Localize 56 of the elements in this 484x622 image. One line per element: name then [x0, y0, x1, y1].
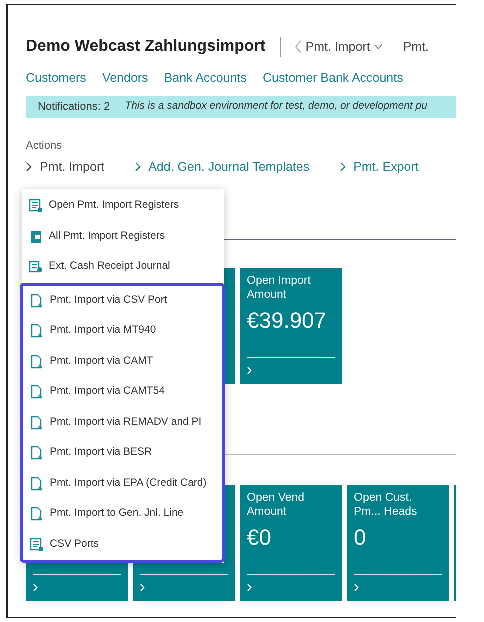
actions-label: Actions: [26, 140, 62, 152]
document-import-icon: [30, 385, 44, 400]
tile-value: €0: [247, 524, 272, 550]
document-import-icon: [30, 354, 44, 369]
tile-value: 0: [354, 524, 366, 550]
tile-title: Open Import Amount: [247, 274, 312, 302]
tile[interactable]: Open Import Amount €39.907 ›: [240, 268, 342, 384]
chevron-icon: [340, 162, 347, 172]
book-icon: [29, 230, 43, 244]
tile-arrow[interactable]: ›: [247, 580, 252, 596]
menu-item[interactable]: Pmt. Import via MT940: [23, 316, 222, 346]
action-menu-button[interactable]: Pmt. Export: [340, 158, 419, 175]
document-import-icon: [30, 324, 44, 338]
nav-link[interactable]: Vendors: [102, 69, 148, 88]
menu-item[interactable]: CSV Ports: [23, 530, 222, 560]
document-import-icon: [30, 446, 44, 460]
menu-item[interactable]: Pmt. Import via CAMT54: [23, 377, 222, 408]
document-list-icon: [29, 199, 43, 214]
page-link[interactable]: Pmt.: [403, 38, 430, 56]
caret-icon: [374, 44, 384, 50]
menu-item[interactable]: Pmt. Import via CAMT: [23, 346, 222, 377]
menu-item[interactable]: Pmt. Import via REMADV and PI: [23, 408, 222, 438]
action-menu-button[interactable]: Add. Gen. Journal Templates: [134, 158, 310, 175]
page-title: Demo Webcast Zahlungsimport: [26, 37, 266, 57]
journal-icon: [29, 260, 43, 274]
menu-item[interactable]: Open Pmt. Import Registers: [22, 191, 224, 222]
tile[interactable]: Open Vend Amount €0 ›: [240, 484, 342, 601]
nav-link[interactable]: Customer Bank Accounts: [263, 69, 404, 88]
nav-link[interactable]: Customers: [26, 69, 86, 88]
document-import-icon: [30, 294, 44, 308]
document-import-icon: [30, 416, 44, 430]
menu-item[interactable]: Ext. Cash Receipt Journal: [22, 252, 224, 282]
menu-item[interactable]: Pmt. Import via EPA (Credit Card): [23, 468, 222, 499]
breadcrumb-dropdown[interactable]: Pmt. Import: [294, 38, 384, 56]
notification-message: This is a sandbox environment for test, demo, or development pu: [125, 98, 428, 114]
menu-item[interactable]: Pmt. Import to Gen. Jnl. Line: [23, 499, 222, 530]
notification-count[interactable]: Notifications: 2: [38, 98, 110, 115]
document-import-icon: [30, 476, 44, 491]
menu-item[interactable]: Pmt. Import via CSV Port: [23, 286, 222, 316]
tile-value: €39.907: [247, 308, 327, 333]
chevron-icon: [134, 162, 142, 172]
tile[interactable]: Open Cust. Pm... Heads 0 ›: [347, 484, 449, 601]
tile-arrow[interactable]: ›: [247, 362, 252, 379]
tile-title: Open Cust. Pm... Heads: [354, 490, 418, 519]
action-menu-button[interactable]: Pmt. Import: [26, 158, 105, 175]
menu-item[interactable]: All Pmt. Import Registers: [22, 222, 224, 252]
tile-arrow[interactable]: ›: [140, 580, 146, 596]
menu-item[interactable]: Pmt. Import via BESR: [23, 438, 222, 468]
chevron-icon: [26, 162, 33, 172]
document-import-icon: [30, 507, 44, 522]
nav-link[interactable]: Bank Accounts: [164, 69, 248, 88]
tile-title: Open Vend Amount: [247, 490, 306, 519]
tile-arrow[interactable]: ›: [354, 580, 360, 596]
document-list-icon: [30, 538, 44, 552]
tile-arrow[interactable]: ›: [33, 580, 38, 596]
back-icon: [294, 40, 302, 54]
